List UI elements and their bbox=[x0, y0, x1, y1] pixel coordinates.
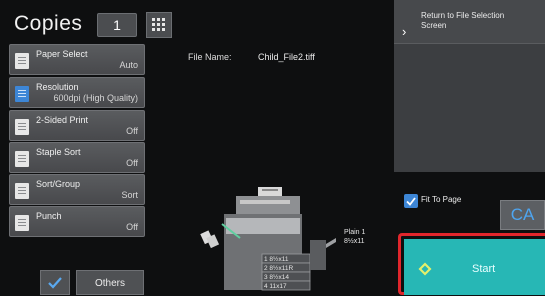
output-pages-icon bbox=[200, 230, 220, 249]
setting-value: Off bbox=[126, 222, 138, 232]
sort-group-button[interactable]: Sort/Group Sort bbox=[9, 174, 145, 205]
return-to-file-selection-label: Return to File Selection Screen bbox=[421, 11, 505, 30]
paper-type: Plain 1 bbox=[344, 229, 366, 236]
setting-value: 600dpi (High Quality) bbox=[53, 93, 138, 103]
paper-icon bbox=[15, 53, 29, 69]
resolution-icon bbox=[15, 86, 29, 102]
setting-title: Paper Select bbox=[36, 49, 88, 59]
setting-title: Resolution bbox=[36, 82, 79, 92]
two-sided-icon bbox=[15, 119, 29, 135]
setting-value: Off bbox=[126, 158, 138, 168]
tray-4-label: 4 11x17 bbox=[264, 283, 287, 290]
checkmark-icon bbox=[406, 196, 416, 206]
tray-1-label: 1 8½x11 bbox=[264, 255, 289, 263]
setting-value: Sort bbox=[121, 190, 138, 200]
tray-3-label: 3 8½x14 bbox=[264, 273, 289, 281]
clear-all-button[interactable]: CA bbox=[500, 200, 545, 230]
punch-icon bbox=[15, 215, 29, 231]
paper-size: 8½x11 bbox=[344, 238, 365, 245]
setting-title: 2-Sided Print bbox=[36, 115, 89, 125]
copies-label: Copies bbox=[14, 12, 83, 35]
file-name-label: File Name: bbox=[188, 52, 232, 62]
resolution-button[interactable]: Resolution 600dpi (High Quality) bbox=[9, 77, 145, 108]
tray-2-label: 2 8½x11R bbox=[264, 264, 293, 272]
punch-button[interactable]: Punch Off bbox=[9, 206, 145, 237]
others-button[interactable]: Others bbox=[76, 270, 144, 295]
paper-tray-label: Plain 1 8½x11 bbox=[344, 228, 365, 246]
printer-illustration: 1 8½x11 2 8½x11R 3 8½x14 4 11x17 bbox=[200, 187, 336, 291]
two-sided-print-button[interactable]: 2-Sided Print Off bbox=[9, 110, 145, 141]
staple-sort-button[interactable]: Staple Sort Off bbox=[9, 142, 145, 173]
start-label: Start bbox=[472, 263, 496, 275]
checkmark-icon bbox=[48, 276, 62, 289]
fit-to-page-label: Fit To Page bbox=[421, 195, 462, 204]
keypad-icon bbox=[152, 18, 165, 31]
setting-value: Auto bbox=[119, 60, 138, 70]
setting-title: Sort/Group bbox=[36, 179, 81, 189]
sort-group-icon bbox=[15, 183, 29, 199]
keypad-button[interactable] bbox=[146, 12, 172, 38]
start-diamond-icon bbox=[418, 262, 432, 276]
staple-icon bbox=[15, 151, 29, 167]
paper-select-button[interactable]: Paper Select Auto bbox=[9, 44, 145, 75]
setting-title: Staple Sort bbox=[36, 147, 81, 157]
setting-title: Punch bbox=[36, 211, 62, 221]
setting-value: Off bbox=[126, 126, 138, 136]
confirm-button[interactable] bbox=[40, 270, 70, 295]
file-name-value: Child_File2.tiff bbox=[258, 52, 315, 62]
fit-to-page-checkbox[interactable] bbox=[404, 194, 418, 208]
copies-count-field[interactable]: 1 bbox=[97, 13, 137, 37]
chevron-right-icon: › bbox=[402, 24, 407, 39]
